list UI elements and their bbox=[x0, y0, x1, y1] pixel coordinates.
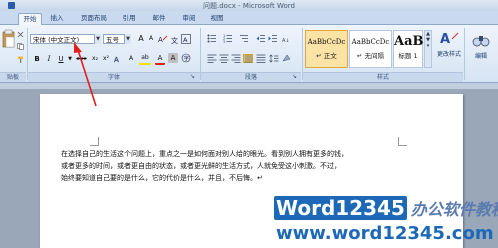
watermark-tagline: 办公软件教程 bbox=[410, 200, 498, 219]
watermark-url: www.word12345.com bbox=[276, 223, 494, 244]
watermark-brand: Word12345 办公软件教程 bbox=[274, 196, 498, 220]
watermark-logo-text: Word12345 bbox=[274, 196, 407, 220]
